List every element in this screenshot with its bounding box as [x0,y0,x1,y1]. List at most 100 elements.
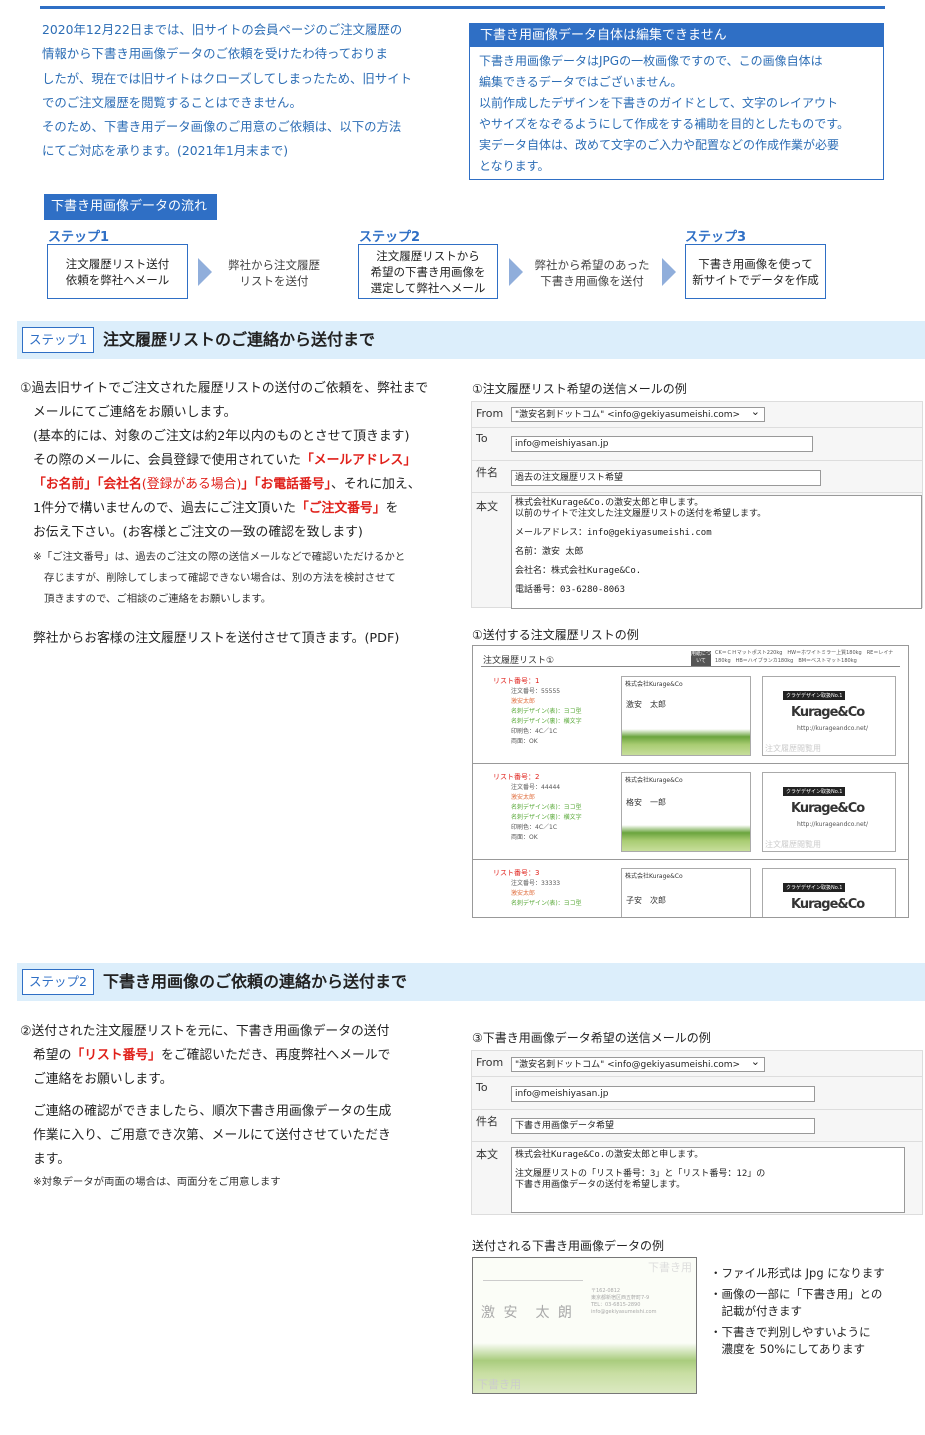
section2-header: ステップ2 下書き用画像のご依頼の連絡から送付まで [17,963,925,1001]
text-line: 「お名前」「会社名(登録がある場合)」「お電話番号」、それに加え、 [20,473,450,497]
step3-line: 下書き用画像を使って [698,256,813,271]
card-logo: Kurage&Co [791,705,865,720]
list-caption: ①送付する注文履歴リストの例 [472,628,639,642]
text-span: をご確認いただき、再度弊社へメールで [160,1048,391,1063]
order-number: 注文番号：55555 [511,688,561,695]
section2-badge: ステップ2 [22,969,94,995]
card-url: http://kurageandco.net/ [797,821,869,828]
note-line: 頂きますので、ご相談のご連絡をお願いします。 [44,593,272,605]
highlight-list-number: 「リスト番号」 [71,1048,161,1063]
body-line: 名前：激安 太郎 [515,547,584,557]
list-title: 注文履歴リスト① [483,656,555,666]
text-span: その際のメールに、会員登録で使用されていた [33,453,301,468]
list-number: リスト番号：2 [493,773,540,781]
intro-line: 2020年12月22日までは、旧サイトの会員ページのご注文履歴の [42,22,403,37]
notice-line: 編集できるデータではございません。 [479,75,683,89]
flow-mid-line: 下書き用画像を送付 [540,274,644,288]
from-label: From [476,1056,504,1069]
step3-line: 新サイトでデータを作成 [692,272,819,287]
from-label: From [476,407,504,420]
address-line: info@gekiyasumeishi.com [591,1309,657,1315]
notice-line: 実データ自体は、改めて文字のご入力や配置などの作成作業が必要 [479,138,840,152]
notice-line: となります。 [479,159,550,173]
section2-title: 下書き用画像のご依頼の連絡から送付まで [103,972,408,991]
step2-line: 注文履歴リストから [376,248,480,263]
card-back: クラゲデザイン取扱No.1 Kurage&Co [762,868,896,917]
to-label: To [476,432,488,445]
card-back: クラゲデザイン取扱No.1 Kurage&Co http://kurageand… [762,676,896,756]
list-item: リスト番号：1 注文番号：55555 激安太郎 名刺デザイン(表)：ヨコ型 名刺… [473,672,908,764]
body-textarea[interactable]: 株式会社Kurage&Co.の激安太郎と申します。 注文履歴リストの「リスト番号… [511,1147,905,1213]
body-line: 以前のサイトで注文した注文履歴リストの送付を希望します。 [515,509,767,519]
flow-mid2: 弊社から希望のあった 下書き用画像を送付 [527,257,657,289]
to-field[interactable]: info@meishiyasan.jp [511,1086,815,1102]
list-item: リスト番号：2 注文番号：44444 激安太郎 名刺デザイン(表)：ヨコ型 名刺… [473,768,908,860]
body-label: 本文 [476,500,498,513]
body-label: 本文 [476,1148,498,1161]
sample-notes: ・ファイル形式は Jpg になります ・画像の一部に「下書き用」との 記載が付き… [710,1265,885,1358]
card-company: 株式会社Kurage&Co [625,777,683,784]
to-field[interactable]: info@meishiyasan.jp [511,436,813,452]
bullet-line: 記載が付きます [710,1304,802,1318]
body-line: 株式会社Kurage&Co.の激安太郎と申します。 [515,1150,704,1160]
text-span: を [385,501,399,516]
card-company: 株式会社Kurage&Co [625,873,683,880]
card-person: 子安 次郎 [626,896,666,905]
flow-mid-line: 弊社から注文履歴 [228,258,320,272]
step2-box: 注文履歴リストから 希望の下書き用画像を 選定して弊社へメール [358,244,498,299]
body-line: 下書き用画像データの送付を希望します。 [515,1180,686,1190]
section1-header: ステップ1 注文履歴リストのご連絡から送付まで [17,321,925,359]
section1-title: 注文履歴リストのご連絡から送付まで [103,330,376,349]
top-rule [40,6,885,9]
intro-line: にてご対応を承ります。(2021年1月末まで) [42,143,289,159]
text-line: ご連絡の確認ができましたら、順次下書き用画像データの生成 [33,1104,392,1119]
address-line: 東京都新宿区西五軒町7-9 [591,1295,650,1301]
flow-arrow-icon [662,258,676,286]
flow-mid1: 弊社から注文履歴 リストを送付 [216,257,332,289]
text-line: ①過去旧サイトでご注文された履歴リストの送付のご依頼を、弊社まで [20,381,429,396]
text-line: ②送付された注文履歴リストを元に、下書き用画像データの送付 [20,1024,390,1039]
bullet-line: ・ファイル形式は Jpg になります [710,1266,885,1280]
subject-label: 件名 [476,1115,498,1128]
watermark: 下書き用 [648,1261,692,1274]
card-person: 格安 一郎 [626,798,666,807]
body-textarea[interactable]: 株式会社Kurage&Co.の激安太郎と申します。 以前のサイトで注文した注文履… [511,495,922,609]
flow-title: 下書き用画像データの流れ [44,194,218,220]
legend-text: CK＝ＣＨマットポスト220kg HW＝ホワイトミラー上質180kg RE＝レイ… [715,650,894,664]
list-item: リスト番号：3 注文番号：33333 激安太郎 名刺デザイン(表)：ヨコ型 株式… [473,864,908,917]
intro-line: 情報から下書き用画像データのご依頼を受けたわ待っておりま [42,46,388,62]
mail1-caption: ①注文履歴リスト希望の送信メールの例 [472,382,687,396]
from-select[interactable]: "激安名刺ドットコム" <info@gekiyasumeishi.com> [511,1057,765,1072]
legend-badge: 用紙について [691,651,711,667]
highlight-phone: 」「お電話番号」 [241,477,331,492]
step2-label: ステップ2 [359,230,421,245]
notice-line: やサイズをなぞるようにして作成をする補助を目的としたものです。 [479,117,850,131]
card-tagline: クラゲデザイン取扱No.1 [783,691,846,700]
notice-line: 以前作成したデザインを下書きのガイドとして、文字のレイアウト [479,96,839,110]
note-line: ※「ご注文番号」は、過去のご注文の際の送信メールなどで確認いただけるかと [33,551,406,563]
to-label: To [476,1081,488,1094]
subject-field[interactable]: 過去の注文履歴リスト希望 [511,470,821,486]
intro-line: そのため、下書き用データ画像のご用意のご依頼は、以下の方法 [42,119,402,135]
text-line: その際のメールに、会員登録で使用されていた「メールアドレス」 [20,449,450,473]
item-details: 注文番号：44444 激安太郎 名刺デザイン(表)：ヨコ型 名刺デザイン(裏)：… [511,784,582,841]
text-span: 希望の [33,1048,72,1063]
subject-field[interactable]: 下書き用画像データ希望 [511,1118,815,1134]
address-line: TEL：03-6815-2890 [591,1302,641,1308]
item-details: 注文番号：55555 激安太郎 名刺デザイン(表)：ヨコ型 名刺デザイン(裏)：… [511,688,582,745]
text-span: 1件分で構いませんので、過去にご注文頂いた [33,501,296,516]
card-company: 株式会社Kurage&Co [625,681,683,688]
from-select[interactable]: "激安名刺ドットコム" <info@gekiyasumeishi.com> [511,407,765,422]
text-line: 弊社からお客様の注文履歴リストを送付させて頂きます。(PDF) [33,631,400,646]
watermark: 下書き用 [477,1378,521,1391]
watermark: 注文履歴閲覧用 [765,744,821,753]
order-number: 注文番号：44444 [511,784,561,791]
highlight-note: (登録がある場合) [141,477,242,492]
step1-line: 注文履歴リスト送付 [65,256,170,271]
order-number: 注文番号：33333 [511,880,561,887]
subject-label: 件名 [476,466,498,479]
card-tagline: クラゲデザイン取扱No.1 [783,883,846,892]
note-line: ※対象データが両面の場合は、両面分をご用意します [33,1176,281,1188]
draft-image-sample: 下書き用 激 安 太 朗 〒162-0812 東京都新宿区西五軒町7-9 TEL… [472,1257,697,1394]
step1-line: 依頼を弊社へメール [65,272,170,287]
